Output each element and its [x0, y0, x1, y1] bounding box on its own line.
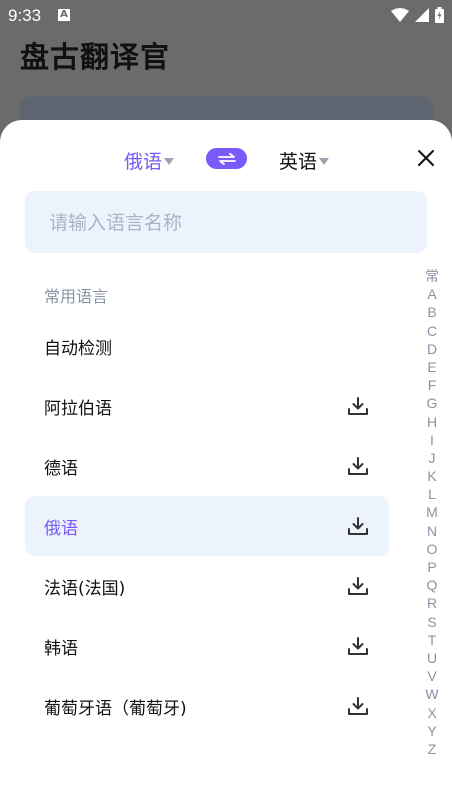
download-icon[interactable] — [347, 396, 369, 418]
status-bar: 9:33 A — [0, 0, 452, 30]
alphabet-index-letter[interactable]: E — [427, 358, 436, 376]
language-list: 自动检测阿拉伯语德语俄语法语(法国) 韩语葡萄牙语（葡萄牙) — [25, 316, 389, 736]
status-time: 9:33 — [8, 6, 42, 25]
alphabet-index-letter[interactable]: X — [427, 704, 436, 722]
alphabet-index-letter[interactable]: D — [427, 340, 437, 358]
signal-icon — [415, 8, 429, 22]
alphabet-index-letter[interactable]: 常 — [425, 267, 439, 285]
language-item-label: 韩语 — [44, 638, 78, 659]
alphabet-index-letter[interactable]: I — [430, 431, 434, 449]
alphabet-index-letter[interactable]: Y — [427, 722, 436, 740]
language-item-label: 德语 — [44, 458, 78, 479]
language-list-item[interactable]: 德语 — [25, 436, 389, 496]
battery-icon — [435, 7, 444, 23]
swap-languages-button[interactable] — [206, 148, 247, 169]
download-icon[interactable] — [347, 516, 369, 538]
alphabet-index[interactable]: 常ABCDEFGHIJKLMNOPQRSTUVWXYZ — [425, 267, 439, 758]
language-list-item[interactable]: 阿拉伯语 — [25, 376, 389, 436]
alphabet-index-letter[interactable]: U — [427, 649, 437, 667]
alphabet-index-letter[interactable]: L — [428, 485, 436, 503]
section-header-common-languages: 常用语言 — [44, 287, 109, 306]
wifi-icon — [391, 8, 409, 22]
alphabet-index-letter[interactable]: H — [427, 413, 437, 431]
alphabet-index-letter[interactable]: K — [427, 467, 436, 485]
source-language-label: 俄语 — [124, 151, 163, 173]
target-dropdown-caret-icon — [319, 158, 330, 165]
alphabet-index-letter[interactable]: T — [428, 631, 437, 649]
alphabet-index-letter[interactable]: C — [427, 322, 437, 340]
language-search-box — [25, 191, 427, 255]
language-item-label: 俄语 — [44, 518, 78, 539]
target-language-selector[interactable]: 英语 — [279, 147, 330, 174]
language-list-item[interactable]: 韩语 — [25, 616, 389, 676]
alphabet-index-letter[interactable]: F — [428, 376, 437, 394]
source-language-selector[interactable]: 俄语 — [124, 147, 175, 174]
language-search-input[interactable] — [47, 191, 411, 255]
download-icon[interactable] — [347, 576, 369, 598]
alphabet-index-letter[interactable]: O — [427, 540, 438, 558]
language-item-label: 法语(法国) — [44, 578, 126, 599]
language-bar: 俄语 英语 — [0, 144, 452, 176]
download-icon[interactable] — [347, 696, 369, 718]
alphabet-index-letter[interactable]: W — [425, 685, 438, 703]
source-dropdown-caret-icon — [164, 158, 175, 165]
language-list-item[interactable]: 法语(法国) — [25, 556, 389, 616]
app-title: 盘古翻译官 — [20, 40, 171, 74]
alphabet-index-letter[interactable]: Q — [427, 576, 438, 594]
download-icon[interactable] — [347, 456, 369, 478]
swap-arrows-icon — [217, 152, 236, 165]
alphabet-index-letter[interactable]: A — [427, 285, 436, 303]
target-language-label: 英语 — [279, 151, 318, 173]
alphabet-index-letter[interactable]: B — [427, 303, 436, 321]
alphabet-index-letter[interactable]: N — [427, 522, 437, 540]
alphabet-index-letter[interactable]: Z — [428, 740, 437, 758]
language-list-item[interactable]: 葡萄牙语（葡萄牙) — [25, 676, 389, 736]
close-button[interactable] — [416, 148, 436, 168]
notification-a-icon: A — [58, 9, 70, 21]
language-item-label: 葡萄牙语（葡萄牙) — [44, 698, 187, 719]
alphabet-index-letter[interactable]: V — [427, 667, 436, 685]
language-picker-sheet: 俄语 英语 常用语言 自动检测阿拉伯语德 — [0, 120, 452, 803]
download-icon[interactable] — [347, 636, 369, 658]
language-list-item[interactable]: 俄语 — [25, 496, 389, 556]
alphabet-index-letter[interactable]: R — [427, 594, 437, 612]
close-icon — [418, 150, 434, 166]
alphabet-index-letter[interactable]: J — [429, 449, 436, 467]
language-item-label: 自动检测 — [44, 338, 112, 359]
status-icons — [391, 7, 444, 23]
alphabet-index-letter[interactable]: P — [427, 558, 436, 576]
screen: 9:33 A 盘古翻译官 俄语 英语 请输入语言名称 常用语言 自动检测 阿拉伯… — [0, 0, 452, 803]
language-item-label: 阿拉伯语 — [44, 398, 112, 419]
language-list-item[interactable]: 自动检测 — [25, 316, 389, 376]
alphabet-index-letter[interactable]: M — [426, 503, 438, 521]
alphabet-index-letter[interactable]: S — [427, 613, 436, 631]
alphabet-index-letter[interactable]: G — [427, 394, 438, 412]
